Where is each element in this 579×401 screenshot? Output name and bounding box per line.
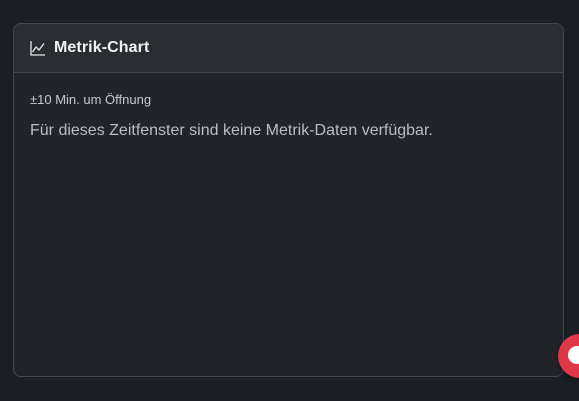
time-window-label: ±10 Min. um Öffnung bbox=[30, 92, 152, 107]
line-chart-icon bbox=[30, 40, 46, 56]
metric-chart-card: Metrik-Chart ±10 Min. um Öffnung Für die… bbox=[13, 23, 564, 377]
empty-state-message: Für dieses Zeitfenster sind keine Metrik… bbox=[30, 122, 433, 139]
card-body: ±10 Min. um Öffnung Für dieses Zeitfenst… bbox=[14, 73, 563, 141]
chat-bubble-icon bbox=[568, 346, 579, 364]
card-title: Metrik-Chart bbox=[54, 39, 150, 56]
card-header: Metrik-Chart bbox=[14, 24, 563, 73]
